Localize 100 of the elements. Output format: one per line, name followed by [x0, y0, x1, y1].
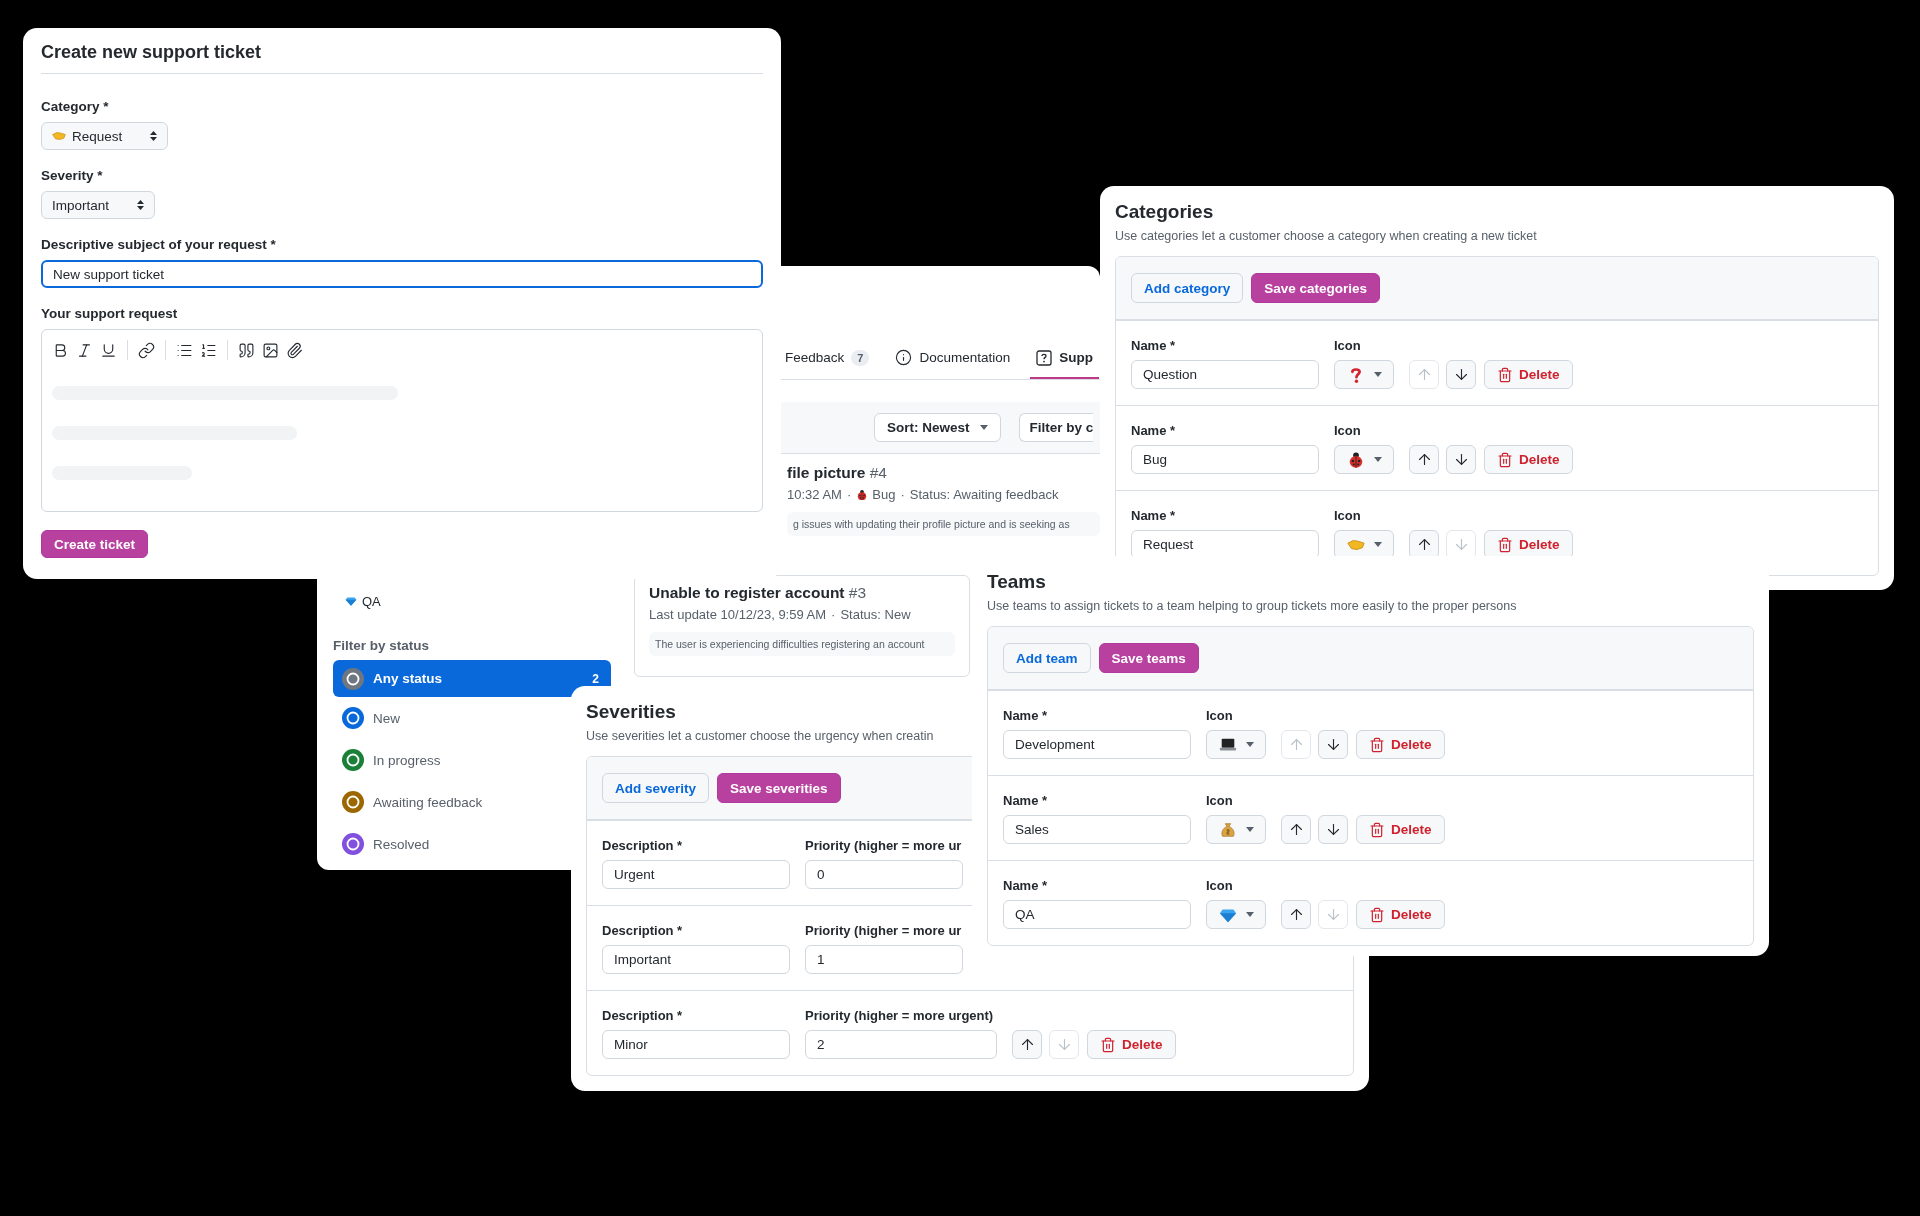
ticket-snippet: g issues with updating their profile picture and is seeking as [787, 512, 1100, 536]
trash-icon [1369, 906, 1385, 923]
field-label: Description * [602, 922, 684, 939]
status-filter-item[interactable]: New [333, 697, 412, 739]
field-label: Your support request [41, 305, 179, 322]
quote-icon[interactable] [238, 341, 255, 359]
select-field[interactable]: Important [41, 191, 156, 219]
create-ticket-button[interactable]: Create ticket [41, 530, 149, 558]
name-input[interactable]: Question [1131, 360, 1319, 389]
paperclip-icon[interactable] [286, 341, 303, 359]
trash-icon [1497, 451, 1513, 468]
move-up-button[interactable] [1012, 1030, 1042, 1059]
field-label: Icon [1334, 507, 1362, 524]
add-button[interactable]: Add team [1003, 643, 1091, 673]
field-label: Name * [1131, 422, 1177, 439]
team-filter[interactable]: QA [362, 593, 381, 609]
description-input[interactable]: Urgent [602, 860, 790, 889]
caret-icon [1245, 912, 1254, 917]
move-down-button[interactable] [1446, 445, 1476, 474]
add-button[interactable]: Add category [1131, 273, 1244, 303]
field-label: Icon [1206, 877, 1234, 894]
field-label: Name * [1003, 877, 1049, 894]
move-down-button[interactable] [1318, 815, 1348, 844]
field-label: Icon [1334, 422, 1362, 439]
name-input[interactable]: Bug [1131, 445, 1319, 474]
status-filter-item[interactable]: Awaiting feedback [333, 781, 495, 823]
save-button[interactable]: Save teams [1098, 643, 1199, 673]
category-label: Bug [872, 487, 896, 502]
delete-button[interactable]: Delete [1356, 900, 1445, 929]
delete-button[interactable]: Delete [1484, 445, 1573, 474]
separator-dot: · [846, 487, 852, 502]
priority-input[interactable]: 1 [805, 945, 963, 974]
field-label: Name * [1131, 507, 1177, 524]
ladybug-icon [856, 488, 869, 501]
name-input[interactable]: Development [1003, 730, 1191, 759]
numbered-list-icon[interactable] [200, 341, 217, 359]
field-label: Priority (higher = more urgent) [805, 1007, 995, 1024]
trash-icon [1497, 366, 1513, 383]
move-up-button[interactable] [1409, 445, 1439, 474]
field-label: Priority (higher = more ur [805, 837, 963, 854]
info-icon [895, 349, 913, 366]
filter-button[interactable]: Filter by c [1018, 413, 1094, 442]
field-label: Description * [602, 1007, 684, 1024]
link-icon[interactable] [138, 341, 155, 359]
separator-dot: · [831, 607, 836, 622]
move-down-button[interactable] [1318, 730, 1348, 759]
status-filter-item[interactable]: Any status 2 [333, 660, 611, 697]
subject-input[interactable]: New support ticket [41, 260, 763, 288]
icon-picker[interactable] [1206, 730, 1266, 759]
delete-button[interactable]: Delete [1087, 1030, 1176, 1059]
dialog-title: Create new support ticket [41, 40, 763, 74]
ticket-meta: Status: New [840, 607, 911, 622]
image-icon[interactable] [262, 341, 279, 359]
caret-icon [1245, 742, 1254, 747]
delete-button[interactable]: Delete [1356, 730, 1445, 759]
field-label: Name * [1003, 792, 1049, 809]
ticket-snippet: The user is experiencing difficulties registering an account [649, 632, 955, 656]
separator-dot: · [900, 487, 905, 502]
move-up-button[interactable] [1281, 815, 1311, 844]
priority-input[interactable]: 2 [805, 1030, 997, 1059]
icon-picker[interactable] [1334, 445, 1394, 474]
description-input[interactable]: Minor [602, 1030, 790, 1059]
priority-input[interactable]: 0 [805, 860, 963, 889]
caret-icon [1373, 372, 1382, 377]
field-label: Name * [1003, 707, 1049, 724]
ticket-title[interactable]: Unable to register account #3 [649, 584, 867, 602]
tab[interactable]: Feedback 7 [779, 338, 876, 379]
ticket-title[interactable]: file picture #4 [787, 464, 887, 482]
field-label: Severity * [41, 167, 104, 184]
move-down-button[interactable] [1446, 360, 1476, 389]
gem-icon [345, 595, 357, 607]
up-down-caret-icon [137, 200, 145, 210]
sort-button[interactable]: Sort: Newest [874, 413, 1001, 442]
trash-icon [1369, 736, 1385, 753]
status-filter-item[interactable]: In progress [333, 739, 453, 781]
caret-icon [979, 425, 988, 430]
name-input[interactable]: Sales [1003, 815, 1191, 844]
italic-icon[interactable] [76, 341, 93, 359]
save-button[interactable]: Save severities [717, 773, 841, 803]
underline-icon[interactable] [100, 341, 117, 359]
tab[interactable]: Supp [1030, 338, 1099, 379]
save-button[interactable]: Save categories [1251, 273, 1381, 303]
ticket-card[interactable]: Unable to register account #3 Last update 10/12/23, 9:59 AM · Status: New The user is experiencing difficulties registering an account [634, 575, 970, 677]
delete-button[interactable]: Delete [1356, 815, 1445, 844]
select-field[interactable]: Request [41, 122, 169, 150]
tab[interactable]: Documentation [889, 338, 1017, 379]
count-badge: 7 [851, 349, 870, 366]
description-input[interactable]: Important [602, 945, 790, 974]
field-label: Descriptive subject of your request * [41, 236, 277, 253]
field-label: Icon [1334, 337, 1362, 354]
trash-icon [1100, 1036, 1116, 1053]
move-up-button[interactable] [1281, 900, 1311, 929]
field-label: Description * [602, 837, 684, 854]
name-input[interactable]: QA [1003, 900, 1191, 929]
panel-description: Use teams to assign tickets to a team helping to group tickets more easily to the proper persons [987, 598, 1517, 614]
ticket-meta: Status: Awaiting feedback [909, 487, 1059, 502]
status-filter-item[interactable]: Resolved [333, 823, 442, 865]
panel-title: Categories [1115, 200, 1214, 224]
delete-button[interactable]: Delete [1484, 360, 1573, 389]
add-button[interactable]: Add severity [602, 773, 710, 803]
